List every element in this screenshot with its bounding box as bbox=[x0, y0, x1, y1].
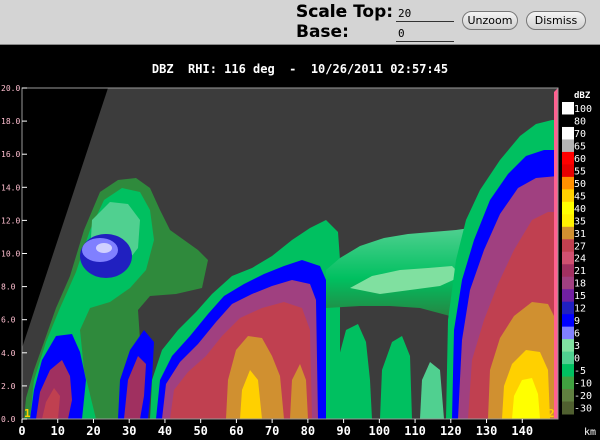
colorbar-label: 31 bbox=[574, 229, 586, 240]
colorbar-swatch bbox=[562, 139, 574, 153]
y-tick-label: 14.0 bbox=[1, 183, 20, 192]
colorbar-swatch bbox=[562, 264, 574, 278]
y-tick-label: 16.0 bbox=[1, 150, 20, 159]
x-tick-label: 130 bbox=[476, 424, 498, 438]
y-tick-label: 12.0 bbox=[1, 216, 20, 225]
colorbar-swatch bbox=[562, 301, 574, 315]
x-tick-label: 110 bbox=[404, 424, 426, 438]
colorbar-swatch bbox=[562, 339, 574, 353]
colorbar-label: 40 bbox=[574, 204, 586, 215]
colorbar-label: -5 bbox=[574, 366, 586, 377]
x-tick-label: 80 bbox=[301, 424, 315, 438]
colorbar-label: 45 bbox=[574, 191, 586, 202]
colorbar-label: -30 bbox=[574, 404, 592, 415]
rhi-plot[interactable]: 0 10 20 30 40 50 60 70 80 90 100 110 120 130 140 0.02.… bbox=[0, 80, 600, 440]
corner-label-right: 2 bbox=[548, 407, 555, 420]
scale-top-input[interactable] bbox=[396, 6, 454, 22]
colorbar-swatch bbox=[562, 401, 574, 415]
x-tick-label: 40 bbox=[158, 424, 172, 438]
colorbar-swatch bbox=[562, 164, 574, 178]
unzoom-button[interactable]: Unzoom bbox=[462, 11, 518, 30]
colorbar-swatch bbox=[562, 126, 574, 140]
echo-left-white bbox=[96, 243, 112, 253]
colorbar-label: 0 bbox=[574, 354, 580, 365]
x-tick-label: 60 bbox=[229, 424, 243, 438]
colorbar-swatch bbox=[562, 226, 574, 240]
x-tick-label: 10 bbox=[51, 424, 65, 438]
y-tick-label: 4.0 bbox=[1, 349, 16, 358]
colorbar-swatch bbox=[562, 276, 574, 290]
colorbar-label: 27 bbox=[574, 241, 586, 252]
colorbar: dBZ 100807065605550454035312724211815129… bbox=[562, 91, 592, 415]
toolbar: Scale Top: Scale Base: Unzoom Dismiss bbox=[0, 0, 600, 45]
scale-base-row: Scale Base: bbox=[296, 2, 454, 42]
y-tick-label: 2.0 bbox=[1, 382, 16, 391]
colorbar-label: 18 bbox=[574, 279, 586, 290]
colorbar-label: 15 bbox=[574, 291, 586, 302]
colorbar-label: 21 bbox=[574, 266, 586, 277]
x-tick-label: 90 bbox=[336, 424, 350, 438]
y-tick-label: 8.0 bbox=[1, 283, 16, 292]
x-tick-label: 70 bbox=[265, 424, 279, 438]
colorbar-label: -10 bbox=[574, 379, 592, 390]
y-tick-label: 20.0 bbox=[1, 84, 20, 93]
plot-title: DBZ RHI: 116 deg - 10/26/2011 02:57:45 bbox=[151, 62, 449, 76]
colorbar-swatch bbox=[562, 376, 574, 390]
x-tick-label: 100 bbox=[368, 424, 390, 438]
x-tick-label: 140 bbox=[511, 424, 533, 438]
colorbar-label: 9 bbox=[574, 316, 580, 327]
colorbar-label: 55 bbox=[574, 166, 586, 177]
dismiss-button[interactable]: Dismiss bbox=[526, 11, 586, 30]
colorbar-label: 50 bbox=[574, 179, 586, 190]
colorbar-label: 60 bbox=[574, 154, 586, 165]
colorbar-swatch bbox=[562, 239, 574, 253]
colorbar-label: 12 bbox=[574, 304, 586, 315]
colorbar-swatch bbox=[562, 326, 574, 340]
colorbar-swatch bbox=[562, 364, 574, 378]
x-axis: 0 10 20 30 40 50 60 70 80 90 100 110 120 130 140 bbox=[18, 419, 533, 438]
colorbar-swatch bbox=[562, 389, 574, 403]
colorbar-swatch bbox=[562, 289, 574, 303]
x-tick-label: 0 bbox=[18, 424, 25, 438]
x-tick-label: 120 bbox=[440, 424, 462, 438]
y-tick-label: 10.0 bbox=[1, 250, 20, 259]
y-tick-label: 0.0 bbox=[1, 415, 16, 424]
corner-label-left: 1 bbox=[24, 407, 31, 420]
colorbar-label: 3 bbox=[574, 341, 580, 352]
colorbar-label: -20 bbox=[574, 391, 592, 402]
x-axis-unit: km bbox=[584, 427, 596, 438]
scale-base-label: Scale Base: bbox=[296, 2, 349, 42]
colorbar-label: 65 bbox=[574, 141, 586, 152]
colorbar-label: 70 bbox=[574, 129, 586, 140]
colorbar-swatch bbox=[562, 214, 574, 228]
echo-right-edge bbox=[554, 88, 558, 419]
colorbar-unit: dBZ bbox=[574, 91, 591, 101]
colorbar-swatch bbox=[562, 314, 574, 328]
scale-base-input[interactable] bbox=[396, 26, 454, 42]
colorbar-swatch bbox=[562, 151, 574, 165]
y-tick-label: 18.0 bbox=[1, 117, 20, 126]
colorbar-label: 24 bbox=[574, 254, 586, 265]
colorbar-label: 100 bbox=[574, 104, 592, 115]
y-tick-label: 6.0 bbox=[1, 316, 16, 325]
colorbar-label: 80 bbox=[574, 116, 586, 127]
colorbar-label: 35 bbox=[574, 216, 586, 227]
colorbar-swatch bbox=[562, 102, 574, 115]
colorbar-swatch bbox=[562, 176, 574, 190]
colorbar-swatch bbox=[562, 189, 574, 203]
colorbar-label: 6 bbox=[574, 329, 580, 340]
colorbar-swatch bbox=[562, 201, 574, 215]
x-tick-label: 20 bbox=[86, 424, 100, 438]
x-tick-label: 50 bbox=[193, 424, 207, 438]
colorbar-swatch bbox=[562, 114, 574, 128]
colorbar-swatch bbox=[562, 251, 574, 265]
x-tick-label: 30 bbox=[122, 424, 136, 438]
colorbar-swatch bbox=[562, 351, 574, 365]
